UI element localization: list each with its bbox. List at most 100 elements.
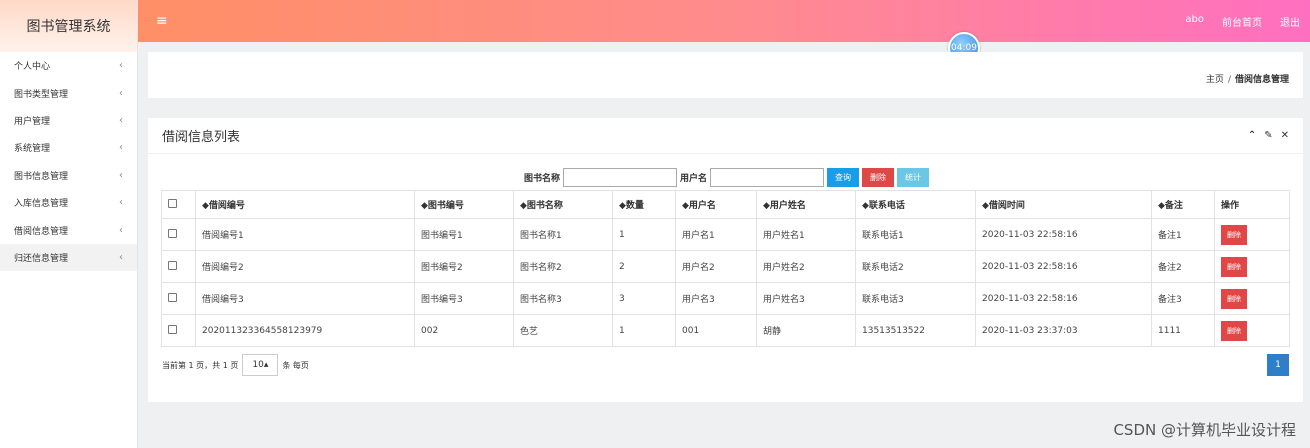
cell-borrow-no: 借阅编号1 xyxy=(195,218,415,251)
query-button[interactable]: 查询 xyxy=(827,168,860,187)
sidebar-item-borrow-info[interactable]: 借阅信息管理 ‹ xyxy=(0,216,137,243)
caret-up-icon: ▴ xyxy=(263,360,269,370)
user-name-link[interactable]: abo xyxy=(1185,14,1204,29)
select-all-checkbox[interactable] xyxy=(168,198,177,208)
top-bar: ≡ abo 前台首页 退出 xyxy=(138,0,1310,42)
row-checkbox[interactable] xyxy=(168,260,177,270)
select-all-cell[interactable] xyxy=(161,190,196,219)
row-delete-button[interactable]: 删除 xyxy=(1221,256,1247,277)
borrow-list-panel: 借阅信息列表 ⌃ ✎ ✕ 图书名称 用户名 查询 删除 统计 ◆借阅编号 ◆图书… xyxy=(148,118,1303,402)
page-info-text: 当前第 1 页，共 1 页 xyxy=(162,360,239,370)
breadcrumb-home[interactable]: 主页 xyxy=(1206,75,1224,85)
cell-borrow-time: 2020-11-03 22:58:16 xyxy=(975,250,1152,283)
page-size-value: 10 xyxy=(252,360,264,370)
col-user-fullname[interactable]: ◆用户姓名 xyxy=(756,190,856,219)
logout-link[interactable]: 退出 xyxy=(1280,14,1300,29)
col-username[interactable]: ◆用户名 xyxy=(675,190,757,219)
cell-book-no: 图书编号2 xyxy=(414,250,514,283)
menu-icon[interactable]: ≡ xyxy=(156,13,168,29)
cell-book-name: 色艺 xyxy=(513,314,613,347)
row-select-cell[interactable] xyxy=(161,314,196,347)
chevron-left-icon: ‹ xyxy=(119,60,123,72)
col-phone[interactable]: ◆联系电话 xyxy=(855,190,976,219)
sidebar-item-book-info[interactable]: 图书信息管理 ‹ xyxy=(0,162,137,189)
cell-remark: 备注2 xyxy=(1151,250,1215,283)
col-book-name[interactable]: ◆图书名称 xyxy=(513,190,613,219)
row-select-cell[interactable] xyxy=(161,282,196,315)
cell-phone: 联系电话2 xyxy=(855,250,976,283)
page-button-current[interactable]: 1 xyxy=(1267,354,1289,376)
sidebar-item-book-type[interactable]: 图书类型管理 ‹ xyxy=(0,79,137,106)
table-header-row: ◆借阅编号 ◆图书编号 ◆图书名称 ◆数量 ◆用户名 ◆用户姓名 ◆联系电话 ◆… xyxy=(161,190,1290,219)
breadcrumb-current: 借阅信息管理 xyxy=(1234,75,1289,85)
username-input[interactable] xyxy=(710,168,825,187)
watermark: CSDN @计算机毕业设计程 xyxy=(1113,421,1296,439)
stats-button[interactable]: 统计 xyxy=(897,168,930,187)
cell-phone: 13513513522 xyxy=(855,314,976,347)
cell-quantity: 3 xyxy=(612,282,676,315)
row-delete-button[interactable]: 删除 xyxy=(1221,288,1247,309)
cell-username: 用户名3 xyxy=(675,282,757,315)
breadcrumb-panel: 主页 / 借阅信息管理 xyxy=(148,52,1303,98)
col-quantity[interactable]: ◆数量 xyxy=(612,190,676,219)
chevron-left-icon: ‹ xyxy=(119,251,123,263)
sidebar-item-users[interactable]: 用户管理 ‹ xyxy=(0,107,137,134)
cell-borrow-no: 202011323364558123979 xyxy=(195,314,415,347)
col-borrow-time[interactable]: ◆借阅时间 xyxy=(975,190,1152,219)
table-row: 202011323364558123979 002 色艺 1 001 胡静 13… xyxy=(161,314,1290,347)
top-right-links: abo 前台首页 退出 xyxy=(1185,14,1300,29)
sidebar-item-label: 图书类型管理 xyxy=(14,89,69,100)
col-actions: 操作 xyxy=(1214,190,1290,219)
cell-borrow-no: 借阅编号3 xyxy=(195,282,415,315)
page-size-select[interactable]: 10 ▴ xyxy=(242,354,279,376)
cell-actions: 删除 xyxy=(1214,314,1290,347)
book-name-input[interactable] xyxy=(563,168,678,187)
sidebar-item-return-info[interactable]: 归还信息管理 ‹ xyxy=(0,243,137,272)
sidebar-item-stock-in[interactable]: 入库信息管理 ‹ xyxy=(0,189,137,216)
brand-title: 图书管理系统 xyxy=(0,0,137,52)
front-home-link[interactable]: 前台首页 xyxy=(1222,14,1262,29)
username-label: 用户名 xyxy=(680,174,708,184)
table-row: 借阅编号1 图书编号1 图书名称1 1 用户名1 用户姓名1 联系电话1 202… xyxy=(161,218,1290,251)
row-delete-button[interactable]: 删除 xyxy=(1221,224,1247,245)
cell-username: 001 xyxy=(675,314,757,347)
cell-borrow-time: 2020-11-03 22:58:16 xyxy=(975,218,1152,251)
chevron-left-icon: ‹ xyxy=(119,114,123,126)
panel-header: 借阅信息列表 ⌃ ✎ ✕ xyxy=(148,118,1303,154)
row-select-cell[interactable] xyxy=(161,218,196,251)
cell-username: 用户名2 xyxy=(675,250,757,283)
table-row: 借阅编号2 图书编号2 图书名称2 2 用户名2 用户姓名2 联系电话2 202… xyxy=(161,250,1290,283)
pagination-info: 当前第 1 页，共 1 页 10 ▴ 条 每页 xyxy=(162,354,309,376)
cell-book-name: 图书名称2 xyxy=(513,250,613,283)
cell-quantity: 1 xyxy=(612,218,676,251)
wrench-icon[interactable]: ✎ xyxy=(1264,130,1272,141)
sidebar-item-system[interactable]: 系统管理 ‹ xyxy=(0,134,137,161)
chevron-left-icon: ‹ xyxy=(119,87,123,99)
sidebar-menu: 个人中心 ‹ 图书类型管理 ‹ 用户管理 ‹ 系统管理 ‹ 图书信息管理 ‹ 入库信息管理… xyxy=(0,52,137,272)
breadcrumb-separator: / xyxy=(1227,75,1231,85)
col-borrow-no[interactable]: ◆借阅编号 xyxy=(195,190,415,219)
book-name-label: 图书名称 xyxy=(524,174,561,184)
row-checkbox[interactable] xyxy=(168,292,177,302)
cell-actions: 删除 xyxy=(1214,250,1290,283)
borrow-table: ◆借阅编号 ◆图书编号 ◆图书名称 ◆数量 ◆用户名 ◆用户姓名 ◆联系电话 ◆… xyxy=(161,190,1290,347)
col-remark[interactable]: ◆备注 xyxy=(1151,190,1215,219)
delete-button[interactable]: 删除 xyxy=(862,168,895,187)
sidebar-item-label: 入库信息管理 xyxy=(14,199,69,210)
row-checkbox[interactable] xyxy=(168,324,177,334)
col-book-no[interactable]: ◆图书编号 xyxy=(414,190,514,219)
row-select-cell[interactable] xyxy=(161,250,196,283)
cell-remark: 备注3 xyxy=(1151,282,1215,315)
row-delete-button[interactable]: 删除 xyxy=(1221,320,1247,341)
close-icon[interactable]: ✕ xyxy=(1281,130,1289,141)
table-row: 借阅编号3 图书编号3 图书名称3 3 用户名3 用户姓名3 联系电话3 202… xyxy=(161,282,1290,315)
sidebar-item-personal-center[interactable]: 个人中心 ‹ xyxy=(0,52,137,79)
row-checkbox[interactable] xyxy=(168,228,177,238)
cell-phone: 联系电话1 xyxy=(855,218,976,251)
breadcrumb: 主页 / 借阅信息管理 xyxy=(1206,72,1289,85)
sidebar-item-label: 用户管理 xyxy=(14,116,51,127)
chevron-left-icon: ‹ xyxy=(119,224,123,236)
collapse-icon[interactable]: ⌃ xyxy=(1248,130,1256,141)
sidebar-item-label: 归还信息管理 xyxy=(14,253,69,264)
cell-remark: 备注1 xyxy=(1151,218,1215,251)
